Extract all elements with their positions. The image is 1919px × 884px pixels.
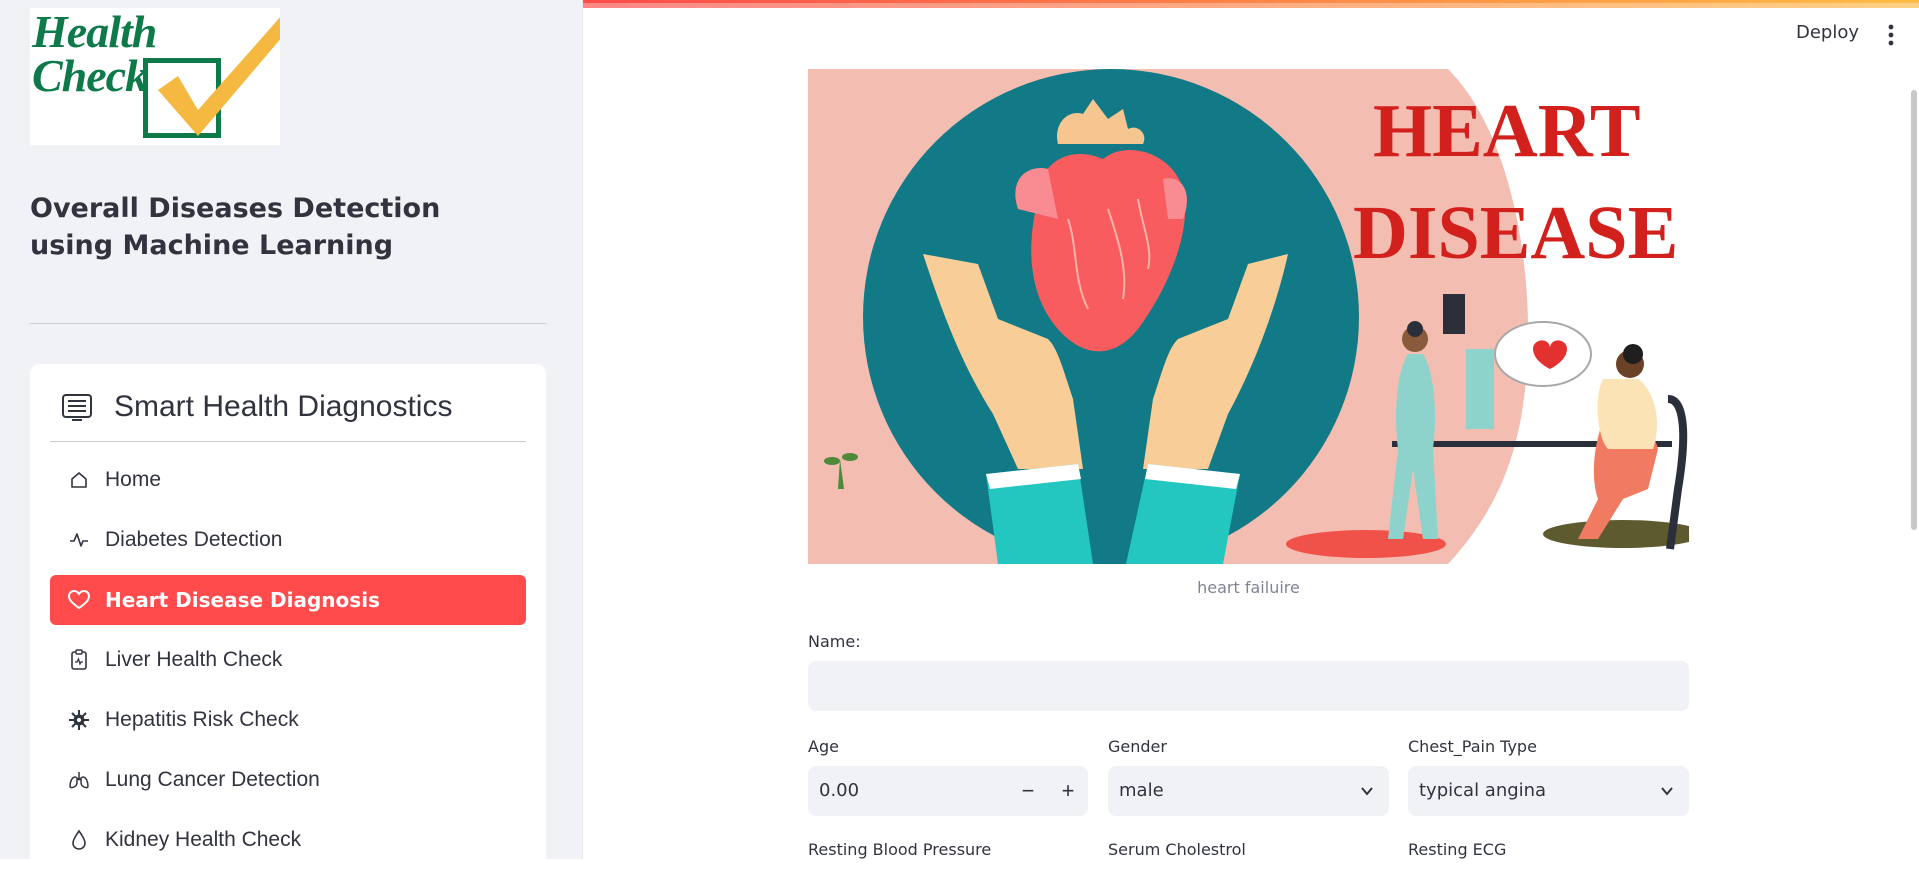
chevron-down-icon bbox=[1361, 787, 1373, 796]
menu-item-label: Kidney Health Check bbox=[105, 828, 302, 851]
menu-header: Smart Health Diagnostics bbox=[50, 386, 526, 442]
banner-title-disease: DISEASE bbox=[1353, 191, 1679, 275]
scrollbar[interactable] bbox=[1911, 90, 1917, 530]
chest-pain-label: Chest_Pain Type bbox=[1408, 737, 1537, 756]
age-number-input[interactable]: 0.00 − + bbox=[808, 766, 1088, 816]
chevron-down-icon bbox=[1661, 787, 1673, 796]
pulse-icon bbox=[68, 529, 90, 551]
droplet-icon bbox=[68, 829, 90, 851]
gender-select[interactable]: male bbox=[1108, 766, 1389, 816]
menu-item-label: Lung Cancer Detection bbox=[105, 768, 320, 791]
navigation-menu: Smart Health Diagnostics Home Diabetes D… bbox=[30, 364, 546, 884]
chest-pain-selected-value: typical angina bbox=[1419, 780, 1547, 801]
app-title: Overall Diseases Detection using Machine… bbox=[30, 193, 441, 261]
menu-title: Smart Health Diagnostics bbox=[114, 390, 453, 423]
name-label: Name: bbox=[808, 632, 861, 651]
menu-item-diabetes-detection[interactable]: Diabetes Detection bbox=[50, 515, 526, 565]
health-check-logo: Health Check bbox=[30, 8, 280, 145]
cholesterol-label: Serum Cholestrol bbox=[1108, 840, 1246, 859]
heart-disease-banner-image: HEART DISEASE bbox=[808, 69, 1689, 564]
sidebar-divider bbox=[30, 323, 546, 324]
image-caption: heart failuire bbox=[1197, 578, 1300, 597]
lungs-icon bbox=[68, 769, 90, 791]
age-value: 0.00 bbox=[819, 780, 860, 801]
deploy-button[interactable]: Deploy bbox=[1796, 22, 1859, 43]
clipboard-pulse-icon bbox=[68, 649, 90, 671]
virus-icon bbox=[68, 709, 90, 731]
checkmark-icon bbox=[158, 17, 280, 136]
house-icon bbox=[68, 469, 90, 491]
chest-pain-select[interactable]: typical angina bbox=[1408, 766, 1689, 816]
menu-item-label: Diabetes Detection bbox=[105, 528, 283, 551]
list-card-icon bbox=[62, 394, 92, 421]
gender-selected-value: male bbox=[1119, 780, 1164, 801]
kebab-menu-icon[interactable] bbox=[1888, 24, 1894, 46]
menu-item-kidney-health-check[interactable]: Kidney Health Check bbox=[50, 815, 526, 865]
menu-item-label: Home bbox=[105, 468, 162, 491]
resting-bp-label: Resting Blood Pressure bbox=[808, 840, 992, 859]
logo-text-health: Health bbox=[32, 8, 157, 57]
menu-item-lung-cancer-detection[interactable]: Lung Cancer Detection bbox=[50, 755, 526, 805]
age-label: Age bbox=[808, 737, 839, 756]
menu-item-label: Hepatitis Risk Check bbox=[105, 708, 299, 731]
menu-item-label: Liver Health Check bbox=[105, 648, 283, 671]
menu-item-label: Heart Disease Diagnosis bbox=[105, 588, 380, 612]
banner-title-heart: HEART bbox=[1373, 89, 1641, 173]
gender-label: Gender bbox=[1108, 737, 1167, 756]
age-decrement-button[interactable]: − bbox=[1008, 766, 1048, 816]
sidebar: Health Check Overall Diseases Detection … bbox=[0, 0, 583, 884]
menu-item-home[interactable]: Home bbox=[50, 455, 526, 505]
age-increment-button[interactable]: + bbox=[1048, 766, 1088, 816]
menu-item-liver-health-check[interactable]: Liver Health Check bbox=[50, 635, 526, 685]
name-input[interactable] bbox=[808, 661, 1689, 711]
menu-item-hepatitis-risk-check[interactable]: Hepatitis Risk Check bbox=[50, 695, 526, 745]
watermark-plant bbox=[824, 453, 858, 489]
resting-ecg-label: Resting ECG bbox=[1408, 840, 1507, 859]
heart-icon bbox=[68, 589, 90, 611]
menu-item-heart-disease-diagnosis[interactable]: Heart Disease Diagnosis bbox=[50, 575, 526, 625]
logo-text-check: Check bbox=[32, 50, 148, 101]
